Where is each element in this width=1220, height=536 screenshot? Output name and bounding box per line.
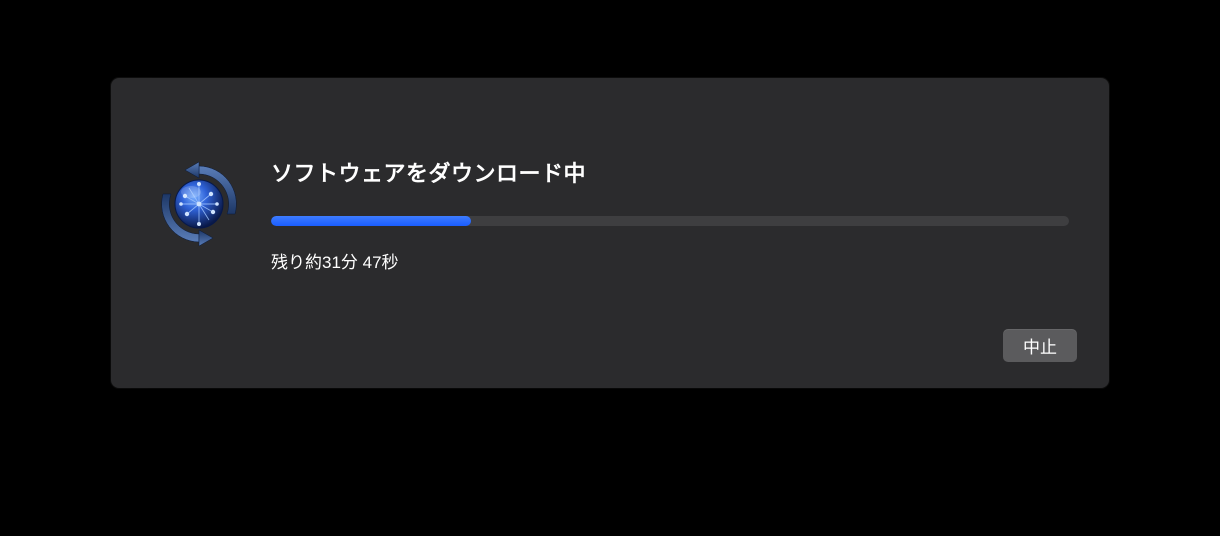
download-dialog: ソフトウェアをダウンロード中 残り約31分 47秒 中止 bbox=[111, 78, 1109, 388]
content-row: ソフトウェアをダウンロード中 残り約31分 47秒 bbox=[151, 156, 1069, 273]
progress-fill bbox=[271, 216, 471, 226]
time-remaining: 残り約31分 47秒 bbox=[271, 248, 1069, 273]
dialog-title: ソフトウェアをダウンロード中 bbox=[271, 156, 1069, 188]
cancel-button[interactable]: 中止 bbox=[1003, 329, 1077, 362]
software-update-icon bbox=[151, 156, 247, 252]
button-row: 中止 bbox=[1003, 329, 1077, 362]
main-column: ソフトウェアをダウンロード中 残り約31分 47秒 bbox=[271, 156, 1069, 273]
progress-bar bbox=[271, 216, 1069, 226]
